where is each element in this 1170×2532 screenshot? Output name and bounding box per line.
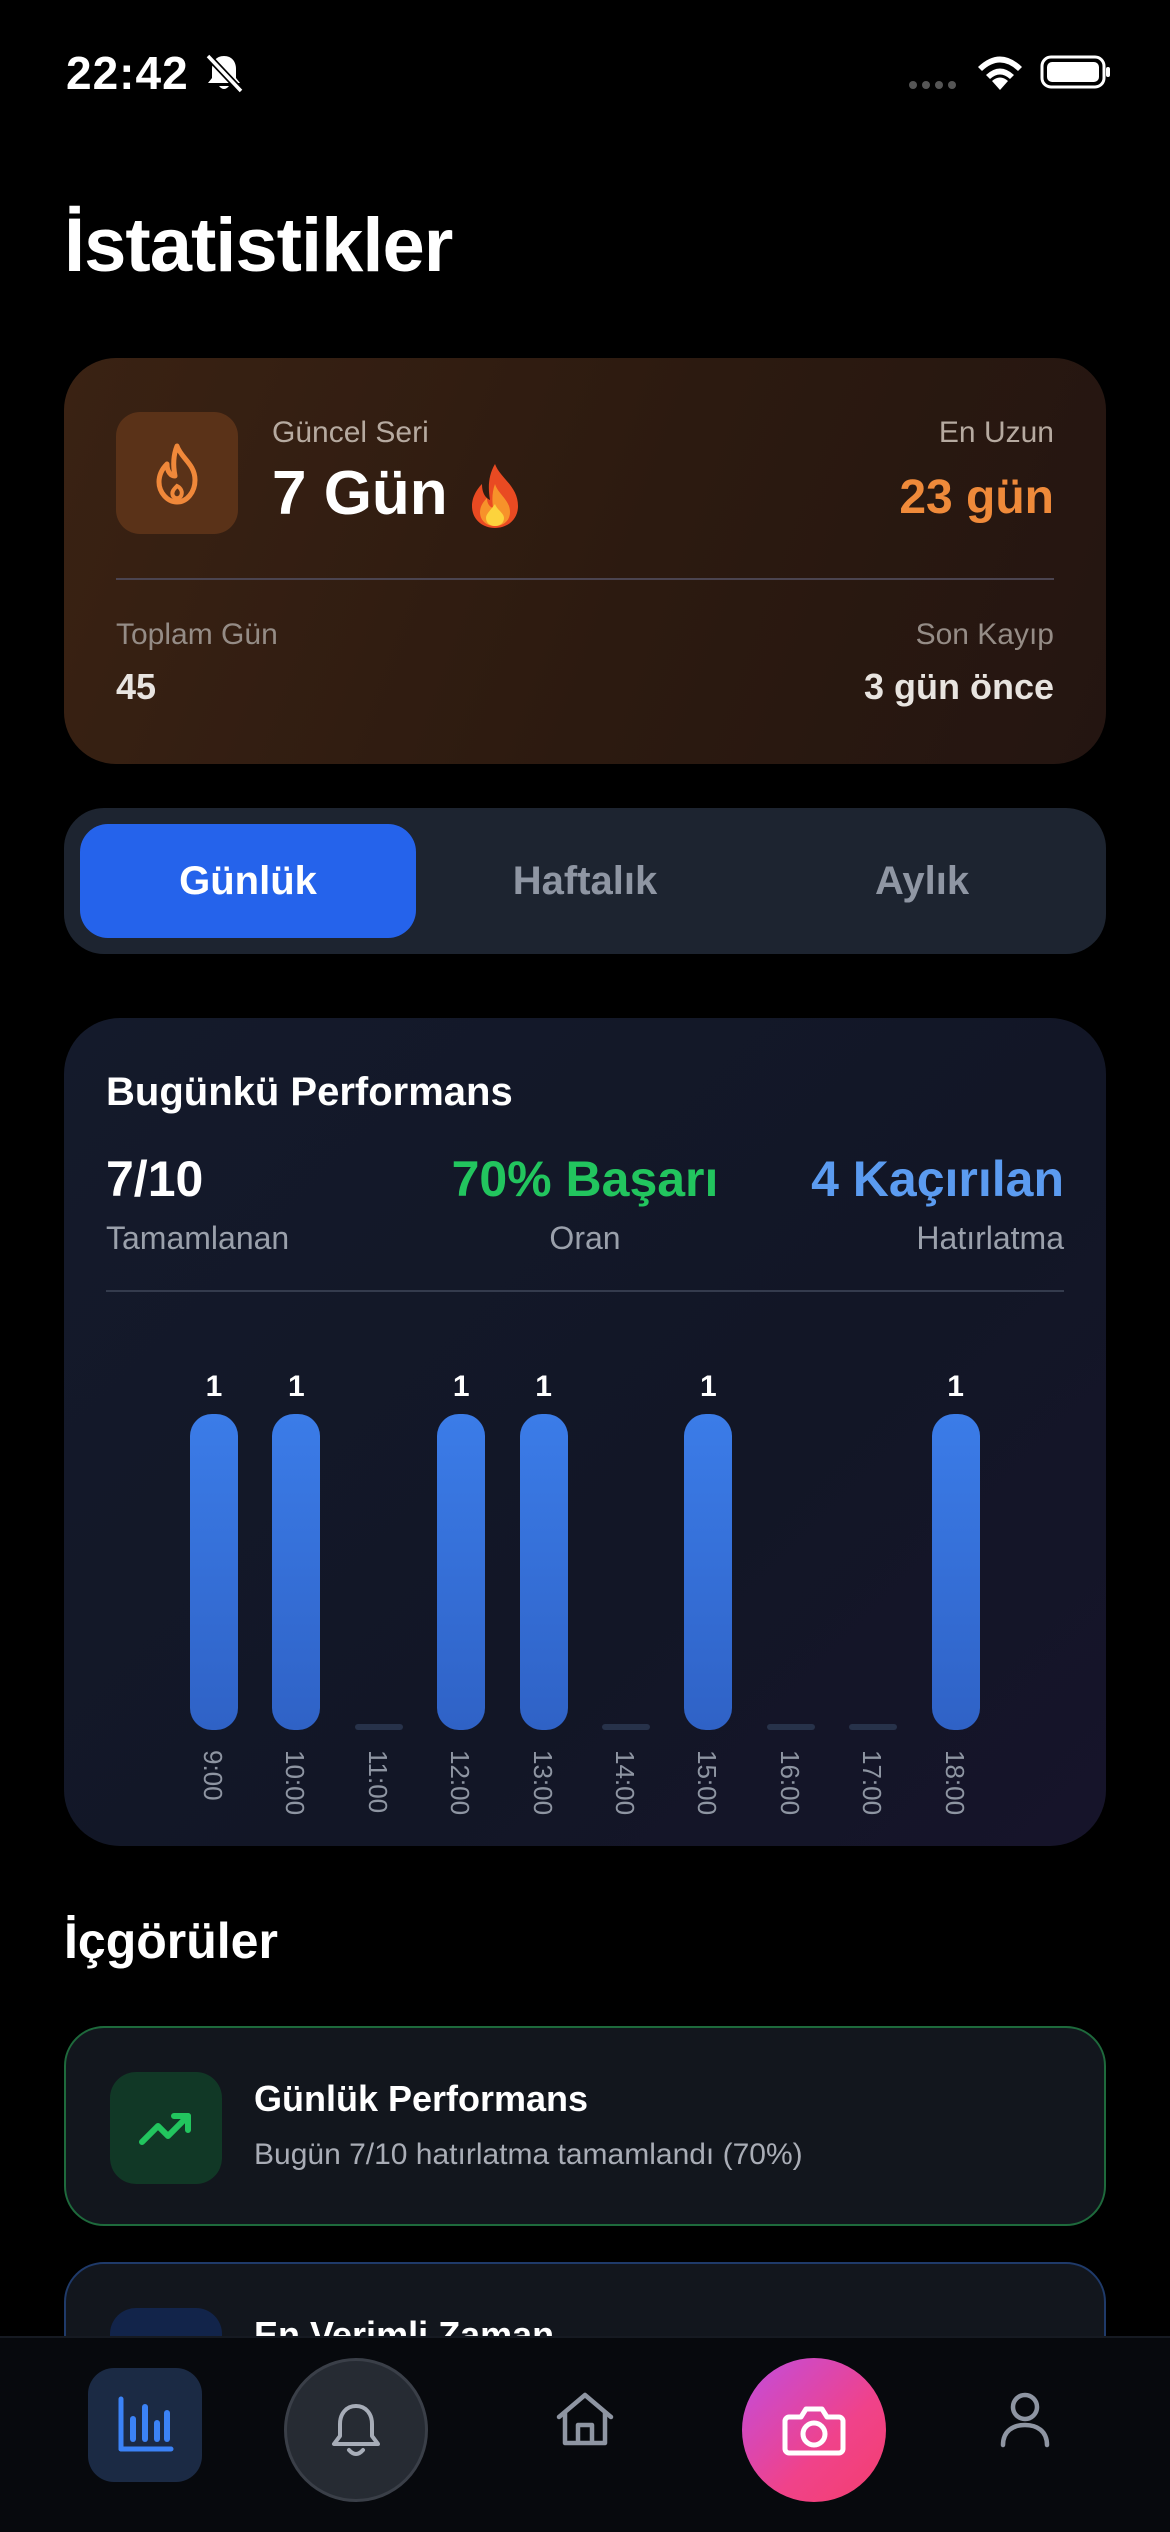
last-loss-label: Son Kayıp [915, 618, 1054, 651]
chart-bar [354, 1724, 403, 1730]
chart-tick-label: 9:00 [198, 1750, 228, 1801]
flame-icon [156, 443, 198, 505]
bell-off-icon [205, 53, 244, 94]
flame-tile [116, 412, 238, 534]
home-icon [556, 2392, 614, 2446]
divider [106, 1290, 1064, 1292]
performance-title: Bugünkü Performans [106, 1070, 513, 1114]
bell-icon [332, 2404, 380, 2456]
chart-bar [602, 1724, 650, 1730]
chart-bar [931, 1414, 980, 1730]
streak-card: Güncel Seri 7 Gün En Uzun 23 gün Toplam … [64, 358, 1106, 764]
chart-bar [519, 1414, 568, 1730]
longest-streak-value: 23 gün [899, 471, 1054, 524]
insight-icon-tile [110, 2072, 222, 2184]
chart-bar [272, 1414, 321, 1730]
period-tabs: Günlük Haftalık Aylık [64, 808, 1106, 954]
missed-label: Hatırlatma [916, 1220, 1064, 1256]
chart-data-label: 1 [700, 1370, 717, 1403]
nav-camera-button[interactable] [742, 2358, 886, 2502]
insights-title: İçgörüler [64, 1913, 278, 1969]
wifi-icon [978, 56, 1022, 90]
chart-data-label: 1 [452, 1370, 470, 1403]
signal-icon [909, 81, 956, 89]
chart-bar [190, 1414, 238, 1730]
chart-data-label: 1 [947, 1370, 964, 1403]
bar-chart-icon [118, 2396, 174, 2452]
chart-tick-label: 15:00 [692, 1750, 723, 1816]
chart-tick-label: 14:00 [610, 1750, 640, 1816]
chart-data-label: 1 [288, 1370, 305, 1403]
chart-tick-label: 11:00 [362, 1750, 393, 1814]
chart-tick-label: 16:00 [774, 1750, 805, 1816]
divider [116, 578, 1054, 580]
insight-heading: Günlük Performans [254, 2078, 589, 2119]
bottom-navigation [0, 2336, 1170, 2532]
chart-bar [437, 1414, 486, 1730]
missed-value: 4 Kaçırılan [811, 1151, 1064, 1207]
total-days-label: Toplam Gün [116, 618, 278, 651]
nav-stats[interactable] [88, 2368, 202, 2482]
tab-weekly[interactable]: Haftalık [417, 824, 753, 938]
performance-card: Bugünkü Performans 7/10 Tamamlanan 70% B… [64, 1018, 1106, 1846]
statistics-screen: 22:42 İstatistikler Güncel Seri 7 Gün En… [0, 0, 1170, 2532]
chart-tick-label: 17:00 [857, 1750, 888, 1816]
chart-data-label: 1 [205, 1370, 223, 1403]
chart-bar [684, 1414, 733, 1730]
fire-emoji-icon [472, 464, 518, 528]
chart-bar [766, 1724, 815, 1730]
nav-reminders[interactable] [284, 2358, 428, 2502]
current-streak-label: Güncel Seri [272, 416, 429, 449]
chart-tick-label: 13:00 [527, 1750, 558, 1816]
tab-daily[interactable]: Günlük [80, 824, 416, 938]
status-bar: 22:42 [0, 0, 1170, 150]
chart-tick-label: 12:00 [445, 1750, 476, 1816]
status-time: 22:42 [66, 47, 189, 99]
person-icon [1000, 2392, 1050, 2448]
page-title: İstatistikler [64, 203, 453, 288]
total-days-value: 45 [116, 666, 157, 707]
nav-home[interactable] [540, 2374, 630, 2464]
last-loss-value: 3 gün önce [863, 666, 1054, 707]
camera-icon [782, 2406, 846, 2456]
battery-icon [1040, 55, 1110, 89]
trending-up-icon [139, 2113, 191, 2145]
chart-tick-label: 10:00 [280, 1750, 311, 1816]
chart-data-label: 1 [535, 1370, 552, 1403]
current-streak-value: 7 Gün [272, 459, 448, 528]
insight-description: Bugün 7/10 hatırlatma tamamlandı (70%) [254, 2138, 803, 2171]
chart-tick-label: 18:00 [939, 1750, 970, 1816]
hourly-bar-chart: 1 9:00 1 10:00 11:00 1 12:00 1 13:00 14:00 1 15:00 1… [64, 1318, 1106, 1838]
tab-monthly[interactable]: Aylık [754, 824, 1090, 938]
chart-bar [849, 1724, 898, 1730]
nav-profile[interactable] [980, 2374, 1070, 2464]
insight-card-daily-performance[interactable]: Günlük Performans Bugün 7/10 hatırlatma … [64, 2026, 1106, 2226]
longest-streak-label: En Uzun [938, 416, 1054, 449]
